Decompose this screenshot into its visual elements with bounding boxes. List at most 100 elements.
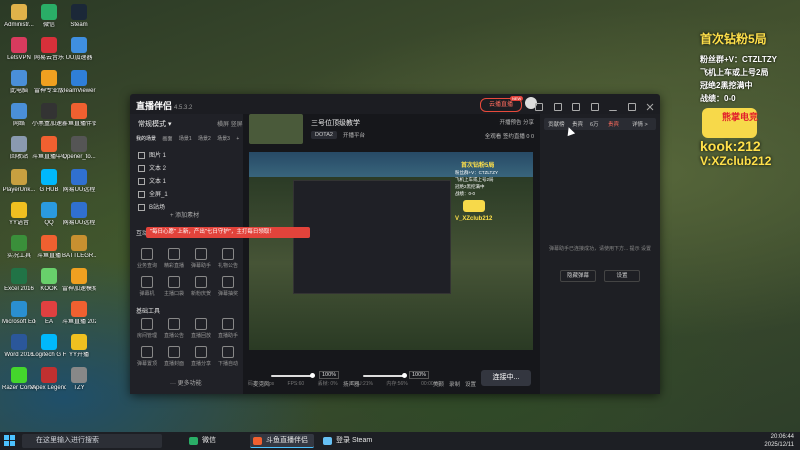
scene-item[interactable]: 文本 2 [138,163,166,172]
desktop-icon[interactable]: 网易云音乐 [32,37,66,62]
category-tag[interactable]: DOTA2 [311,131,337,139]
add-scene-button[interactable]: + [236,136,239,142]
desktop-icon[interactable]: Word 2016 [2,334,36,359]
desktop-icon[interactable]: Razer Cortex [2,367,36,392]
tool-button[interactable]: 业务查询 [134,248,160,269]
scene-item[interactable]: 全屏_1 [138,189,168,198]
desktop-icon[interactable]: QQ [32,202,66,227]
tab-count[interactable]: 6万 [590,120,599,128]
tool-button[interactable]: 弹幕助手 [188,248,214,269]
desktop-icon[interactable]: 斗鱼直播 [32,235,66,260]
view-controls[interactable]: 全观看 签约直播 0 0 [485,132,534,140]
tab-scene3[interactable]: 场景3 [217,136,230,142]
add-source-button[interactable]: + 添加素材 [170,210,199,219]
tool-button[interactable]: 房间管理 [134,318,160,339]
desktop-icon[interactable]: 微信 [32,4,66,29]
scene-item[interactable]: 图片 1 [138,150,166,159]
desktop-icon[interactable]: YY开播 [62,334,96,359]
desktop-icon[interactable]: Excel 2016 [2,268,36,293]
hide-danmaku-button[interactable]: 隐藏弹幕 [560,270,596,282]
section-basic-tools: 基础工具 [136,309,161,315]
settings-button[interactable]: 设置 [465,380,476,388]
desktop-icon[interactable]: YY语音 [2,202,36,227]
desktop-icon[interactable]: Administr... [2,4,36,29]
tool-button[interactable]: 直播助手 [215,318,241,339]
desktop-icon[interactable]: UU加速器 [62,37,96,62]
desktop-icon[interactable]: BATTLEGR... [62,235,96,260]
scene-item[interactable]: 文本 1 [138,176,166,185]
taskbar-search-input[interactable]: 在这里输入进行搜索 [22,434,162,448]
desktop-icon[interactable]: EA [32,301,66,326]
taskbar-app-wechat[interactable]: 微信 [186,434,222,448]
desktop-icon[interactable]: KOOK [32,268,66,293]
maximize-icon[interactable] [627,103,636,111]
tab-vip2[interactable]: 贵宾 [608,120,619,128]
desktop-icon[interactable]: 斗鱼直播伴侣 [62,103,96,128]
notice-toast[interactable]: "每日心愿" 上新，产出"七日守护"，主打每日领取！ [146,227,310,238]
tool-button[interactable]: 直播回放 [188,318,214,339]
mic-slider[interactable] [271,373,315,378]
windows-start-icon[interactable] [4,435,16,447]
tab-screen[interactable]: 画面 [162,136,172,142]
mode-select[interactable]: 常规模式 ▾ [138,119,171,129]
tool-button[interactable]: 直播封面 [161,346,187,367]
tab-my-scene[interactable]: 我的场景 [136,136,156,142]
desktop-icon[interactable]: 网易UU远程 [62,169,96,194]
app-icon [41,103,57,119]
message-icon[interactable] [535,103,544,111]
desktop-icon[interactable]: 斗鱼直播中心 [32,136,66,161]
tool-button[interactable]: 弹幕机 [134,276,160,297]
tab-vip[interactable]: 贵宾 [572,120,583,128]
tool-button[interactable]: 主播口袋 [161,276,187,297]
stream-title[interactable]: 三号位顶级教学 [311,118,360,128]
close-icon[interactable] [646,98,654,111]
desktop-icon[interactable]: 雷神加速模拟器 [62,268,96,293]
menu-icon[interactable] [590,103,599,111]
tool-button[interactable]: 直播公告 [161,318,187,339]
connect-button[interactable]: 连接中... [481,370,531,386]
taskbar-app-steam[interactable]: 登录 Steam [320,434,378,448]
preview-share-controls[interactable]: 开播预告 分享 [499,118,534,126]
desktop-icon[interactable]: PlayerUnk... [2,169,36,194]
tab-scene1[interactable]: 场景1 [179,136,192,142]
category-tag2[interactable]: 开播平台 [343,131,365,139]
minimize-icon[interactable] [609,106,618,111]
desktop-icon[interactable]: G HUB [32,169,66,194]
desktop-icon[interactable]: Opener_to... [62,136,96,161]
tab-scene2[interactable]: 场景2 [198,136,211,142]
desktop-icon[interactable]: Microsoft Edge [2,301,36,326]
desktop-icon[interactable]: 网络 [2,103,36,128]
desktop-icon[interactable]: 雷神专业版 [32,70,66,95]
tool-button[interactable]: 新粉庆贺 [188,276,214,297]
tool-button[interactable]: 弹幕置顶 [134,346,160,367]
clock[interactable]: 20:06:44 2025/12/11 [764,433,794,449]
tool-button[interactable]: 下播自动 [215,346,241,367]
scene-item[interactable]: B站场 [138,202,165,211]
danmaku-settings-button[interactable]: 设置 [604,270,640,282]
more-features-link[interactable]: ··· 更多功能 [170,378,202,387]
desktop-icon[interactable]: 此电脑 [2,70,36,95]
desktop-icon[interactable]: 小黑盒加速器 [32,103,66,128]
tool-button[interactable]: 精彩直播 [161,248,187,269]
tab-details[interactable]: 详情 > [632,120,648,128]
orientation-toggle[interactable]: 横屏 竖屏 [217,119,243,128]
stream-thumbnail[interactable] [249,114,303,144]
desktop-icon[interactable]: 实况工具 [2,235,36,260]
tool-button[interactable]: 礼物公告 [215,248,241,269]
settings-icon[interactable] [572,103,581,111]
tab-contribution[interactable]: 贡献榜 [548,120,565,128]
tool-button[interactable]: 直播分享 [188,346,214,367]
desktop-icon[interactable]: LetsVPN [2,37,36,62]
speaker-slider[interactable] [363,373,407,378]
desktop-icon[interactable]: TZY [62,367,96,392]
desktop-icon[interactable]: Logitech G HUB [32,334,66,359]
desktop-icon[interactable]: 回收站 [2,136,36,161]
desktop-icon[interactable]: Apex Legends [32,367,66,392]
desktop-icon[interactable]: 网易UU远程 [62,202,96,227]
desktop-icon[interactable]: Steam [62,4,96,29]
tool-button[interactable]: 弹幕抽奖 [215,276,241,297]
desktop-icon[interactable]: 斗鱼直播 2025080... [62,301,96,326]
headset-icon[interactable] [553,103,562,111]
desktop-icon[interactable]: TeamViewer [62,70,96,95]
taskbar-app-douyu[interactable]: 斗鱼直播伴侣 [250,434,314,448]
